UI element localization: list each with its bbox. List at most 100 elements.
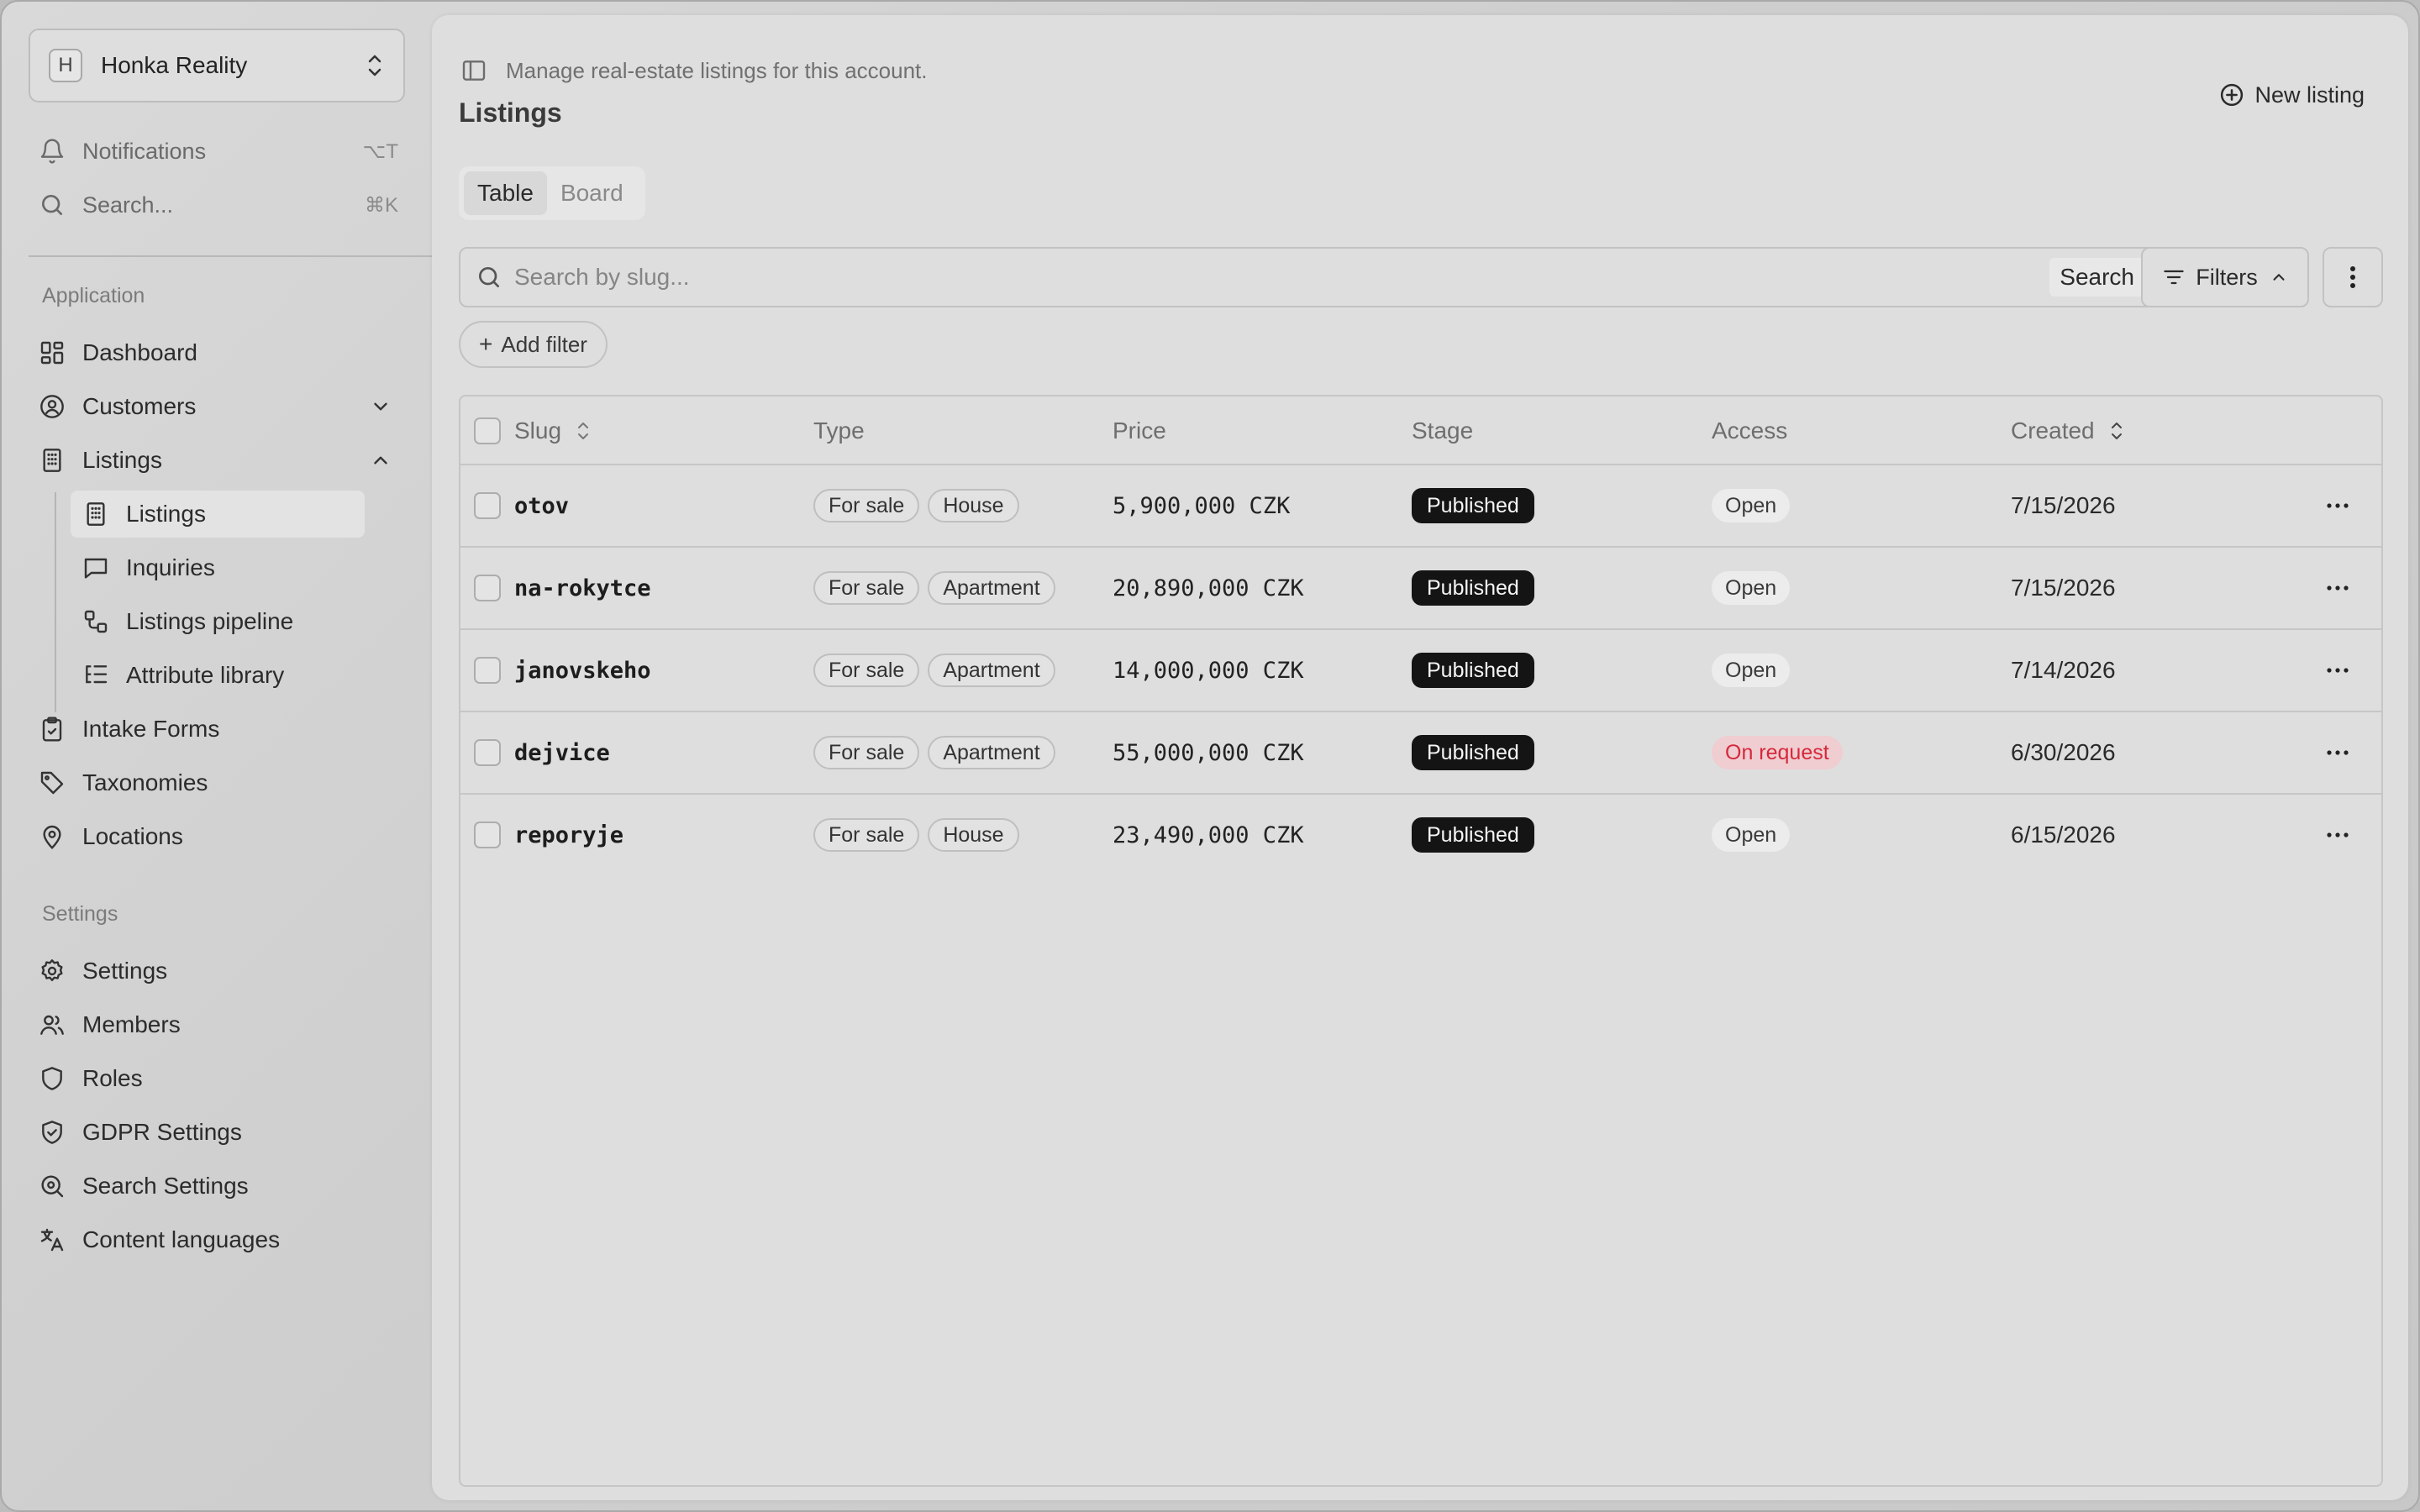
sidebar-item-label: Search Settings bbox=[82, 1173, 249, 1199]
table-row[interactable]: otov For sale House 5,900,000 CZK Publis… bbox=[460, 465, 2381, 548]
tab-board[interactable]: Board bbox=[547, 171, 637, 215]
row-menu-button[interactable] bbox=[2321, 736, 2354, 769]
workflow-icon bbox=[84, 610, 108, 633]
notifications-item[interactable]: Notifications ⌥T bbox=[39, 131, 398, 171]
search-input[interactable] bbox=[514, 249, 2050, 306]
price-cell: 5,900,000 CZK bbox=[1113, 492, 1291, 519]
type-pill: For sale bbox=[813, 736, 920, 769]
users-icon bbox=[40, 1015, 64, 1035]
row-actions-cell bbox=[2321, 795, 2354, 875]
price-cell: 14,000,000 CZK bbox=[1113, 657, 1304, 684]
sidebar-subitem-listings[interactable]: Listings bbox=[71, 491, 365, 538]
main-panel: Manage real-estate listings for this acc… bbox=[432, 15, 2408, 1500]
sidebar-item-search-settings[interactable]: Search Settings bbox=[39, 1163, 405, 1210]
sidebar-item-content-languages[interactable]: Content languages bbox=[39, 1216, 405, 1263]
sidebar-subitem-attribute-library[interactable]: Attribute library bbox=[71, 652, 365, 699]
row-checkbox[interactable] bbox=[474, 657, 501, 684]
search-icon bbox=[42, 195, 62, 215]
created-cell: 7/14/2026 bbox=[2011, 657, 2116, 683]
sidebar-item-gdpr-settings[interactable]: GDPR Settings bbox=[39, 1109, 405, 1156]
tab-table[interactable]: Table bbox=[464, 171, 547, 215]
sidebar-item-listings[interactable]: Listings bbox=[39, 437, 405, 484]
column-header-access: Access bbox=[1712, 417, 1788, 444]
access-cell: On request bbox=[1712, 712, 1843, 793]
sidebar-toggle-icon[interactable] bbox=[460, 57, 487, 84]
slug-cell: janovskeho bbox=[514, 657, 651, 684]
bell-icon bbox=[40, 139, 64, 164]
access-badge: Open bbox=[1712, 818, 1791, 852]
stage-cell: Published bbox=[1412, 548, 1534, 628]
sidebar-subitem-label: Listings bbox=[126, 501, 206, 527]
search-button[interactable]: Search bbox=[2049, 258, 2144, 297]
sidebar-item-taxonomies[interactable]: Taxonomies bbox=[39, 759, 405, 806]
add-filter-button[interactable]: + Add filter bbox=[459, 321, 608, 368]
more-options-button[interactable] bbox=[2323, 247, 2383, 307]
row-menu-button[interactable] bbox=[2321, 571, 2354, 605]
stage-badge: Published bbox=[1412, 817, 1534, 853]
slug-cell: otov bbox=[514, 492, 570, 519]
row-checkbox[interactable] bbox=[474, 822, 501, 848]
section-label-application: Application bbox=[42, 284, 145, 307]
filters-button[interactable]: Filters bbox=[2141, 247, 2309, 307]
sidebar-item-locations[interactable]: Locations bbox=[39, 813, 405, 860]
translate-icon bbox=[40, 1228, 64, 1252]
new-listing-label: New listing bbox=[2254, 81, 2365, 108]
access-cell: Open bbox=[1712, 795, 1791, 875]
sidebar-item-label: Content languages bbox=[82, 1226, 281, 1252]
notifications-shortcut: ⌥T bbox=[362, 139, 398, 163]
column-header-slug[interactable]: Slug bbox=[514, 396, 592, 465]
user-circle-icon bbox=[40, 395, 64, 418]
sidebar-subitem-pipeline[interactable]: Listings pipeline bbox=[71, 598, 365, 645]
sidebar-item-label: Roles bbox=[82, 1065, 143, 1091]
tag-icon bbox=[40, 771, 64, 795]
message-icon bbox=[84, 558, 108, 579]
row-checkbox[interactable] bbox=[474, 575, 501, 601]
price-cell: 23,490,000 CZK bbox=[1113, 822, 1304, 848]
stage-badge: Published bbox=[1412, 488, 1534, 523]
column-header-label: Slug bbox=[514, 417, 562, 444]
table-row[interactable]: janovskeho For sale Apartment 14,000,000… bbox=[460, 630, 2381, 712]
plus-circle-icon bbox=[2221, 83, 2244, 107]
column-header-created[interactable]: Created bbox=[2011, 396, 2125, 465]
row-menu-button[interactable] bbox=[2321, 654, 2354, 687]
search-icon bbox=[479, 267, 499, 287]
chevron-up-icon bbox=[2273, 274, 2285, 281]
select-all-cell bbox=[474, 396, 501, 465]
page-subtitle: Manage real-estate listings for this acc… bbox=[506, 58, 928, 83]
access-badge: Open bbox=[1712, 571, 1791, 605]
select-all-checkbox[interactable] bbox=[474, 417, 501, 444]
type-cell: For sale House bbox=[813, 795, 1028, 875]
table-row[interactable]: reporyje For sale House 23,490,000 CZK P… bbox=[460, 795, 2381, 877]
sidebar-item-settings[interactable]: Settings bbox=[39, 948, 405, 995]
row-checkbox[interactable] bbox=[474, 492, 501, 519]
row-actions-cell bbox=[2321, 712, 2354, 793]
table-row[interactable]: na-rokytce For sale Apartment 20,890,000… bbox=[460, 548, 2381, 630]
chevron-up-down-icon bbox=[368, 55, 381, 76]
sidebar-item-intake-forms[interactable]: Intake Forms bbox=[39, 706, 405, 753]
column-header-price: Price bbox=[1113, 417, 1166, 444]
account-switcher[interactable]: H Honka Reality bbox=[29, 29, 405, 102]
sidebar-divider bbox=[29, 255, 432, 257]
table-row[interactable]: dejvice For sale Apartment 55,000,000 CZ… bbox=[460, 712, 2381, 795]
type-pill: For sale bbox=[813, 489, 920, 522]
stage-badge: Published bbox=[1412, 653, 1534, 688]
app-window: H Honka Reality Notifications ⌥T Search.… bbox=[0, 0, 2420, 1512]
search-item[interactable]: Search... ⌘K bbox=[39, 185, 398, 225]
sidebar-item-members[interactable]: Members bbox=[39, 1001, 405, 1048]
sidebar-item-customers[interactable]: Customers bbox=[39, 383, 405, 430]
row-menu-button[interactable] bbox=[2321, 489, 2354, 522]
new-listing-button[interactable]: New listing bbox=[2219, 74, 2365, 116]
type-pill: House bbox=[928, 489, 1019, 522]
row-checkbox[interactable] bbox=[474, 739, 501, 766]
type-pill: For sale bbox=[813, 571, 920, 605]
row-menu-button[interactable] bbox=[2321, 818, 2354, 852]
sidebar-item-dashboard[interactable]: Dashboard bbox=[39, 329, 405, 376]
sidebar-item-roles[interactable]: Roles bbox=[39, 1055, 405, 1102]
sidebar-subitem-inquiries[interactable]: Inquiries bbox=[71, 544, 365, 591]
type-pill: Apartment bbox=[928, 571, 1055, 605]
row-actions-cell bbox=[2321, 630, 2354, 711]
search-settings-icon bbox=[41, 1175, 64, 1198]
list-tree-icon bbox=[86, 665, 108, 684]
sidebar-subitem-label: Attribute library bbox=[126, 662, 285, 688]
search-bar: Search bbox=[459, 247, 2154, 307]
